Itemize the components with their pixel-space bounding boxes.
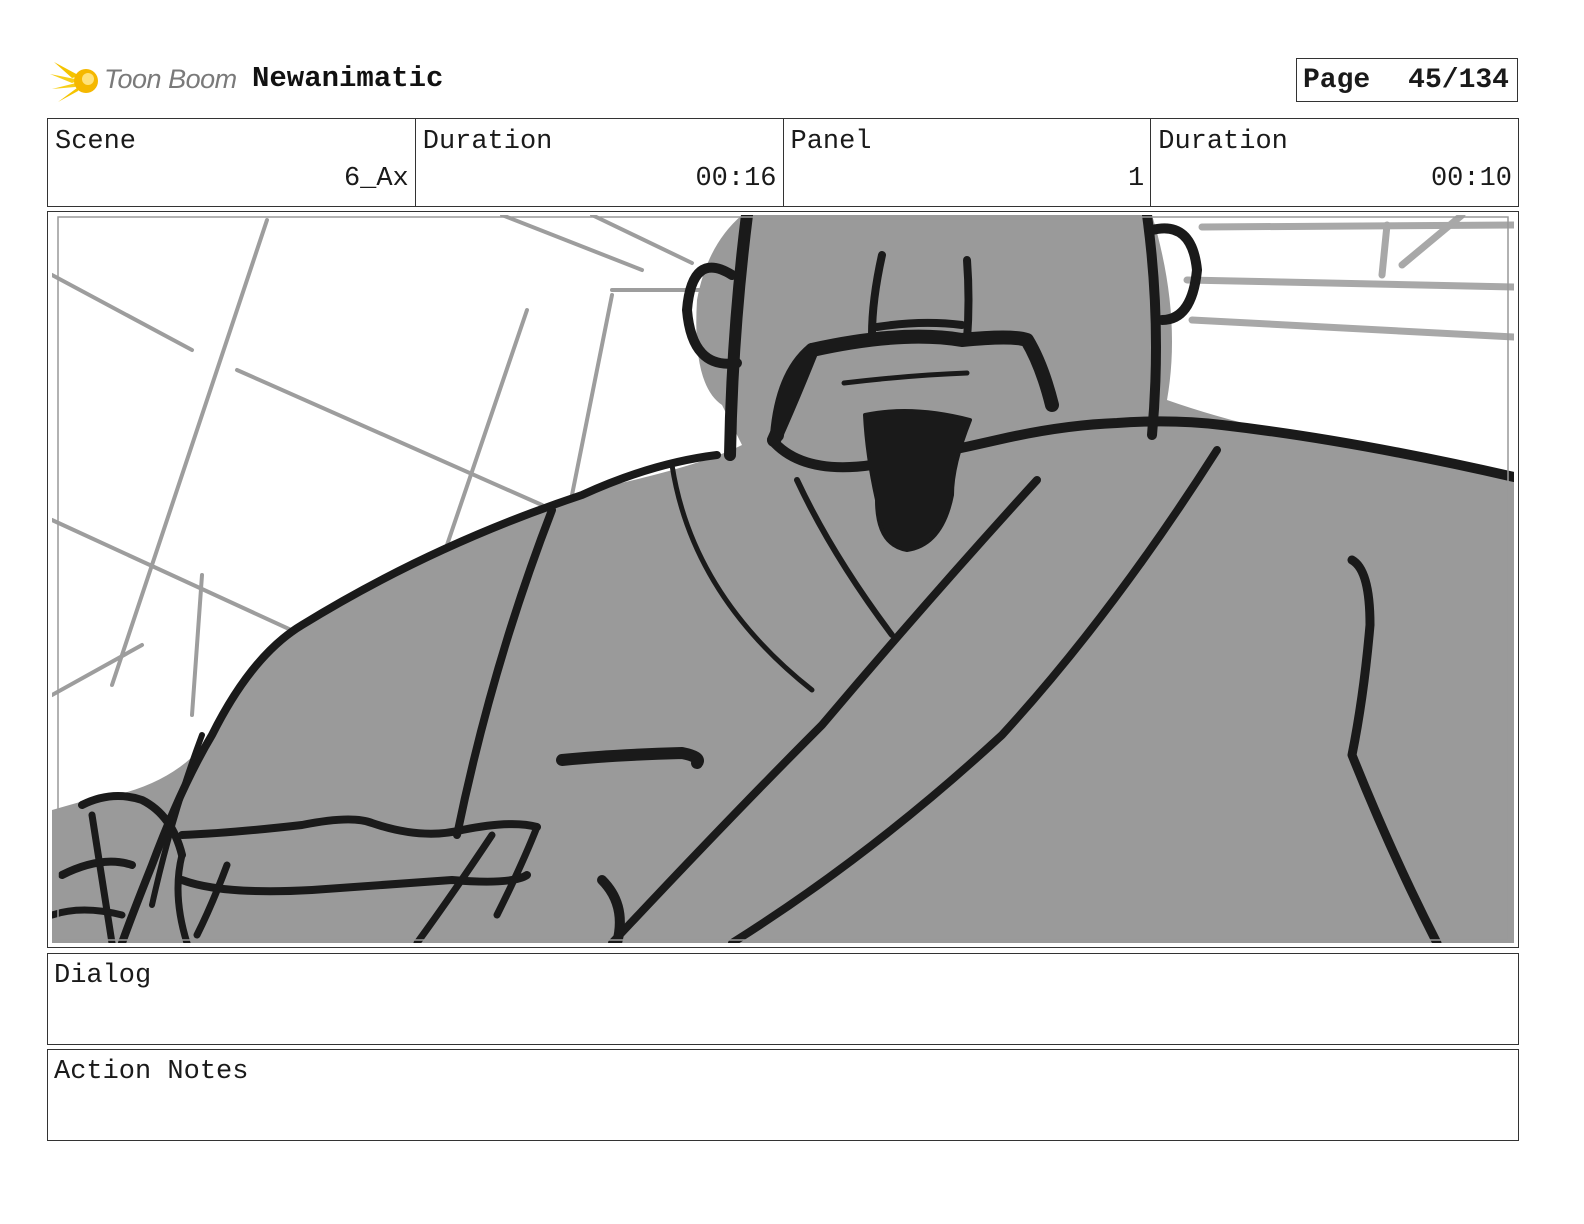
scene-duration-cell: Duration 00:16 (416, 119, 784, 206)
scene-label: Scene (55, 127, 137, 157)
scene-cell: Scene 6_Ax (48, 119, 416, 206)
panel-duration-cell: Duration 00:10 (1151, 119, 1518, 206)
panel-duration-label: Duration (1158, 127, 1288, 157)
action-notes-label: Action Notes (54, 1057, 249, 1087)
panel-sketch-image (52, 215, 1514, 943)
page-indicator: Page 45/134 (1296, 58, 1518, 102)
dialog-box: Dialog (47, 953, 1519, 1045)
dialog-label: Dialog (54, 961, 152, 991)
scene-duration-value: 00:16 (695, 164, 777, 194)
storyboard-panel (47, 211, 1519, 948)
starburst-icon (50, 62, 98, 102)
project-title: Newanimatic (252, 62, 444, 95)
toon-boom-logo: Toon Boom (50, 56, 240, 106)
panel-cell: Panel 1 (784, 119, 1152, 206)
page-number: 45/134 (1408, 64, 1509, 96)
action-notes-box: Action Notes (47, 1049, 1519, 1141)
page-label: Page (1303, 64, 1371, 96)
scene-value: 6_Ax (343, 164, 409, 194)
panel-value: 1 (1128, 164, 1145, 194)
panel-label: Panel (790, 127, 872, 157)
logo-text: Toon Boom (104, 64, 237, 94)
panel-duration-value: 00:10 (1430, 164, 1512, 194)
scene-duration-label: Duration (422, 127, 553, 157)
panel-info-row: Scene 6_Ax Duration 00:16 Panel 1 Durati… (47, 118, 1519, 207)
